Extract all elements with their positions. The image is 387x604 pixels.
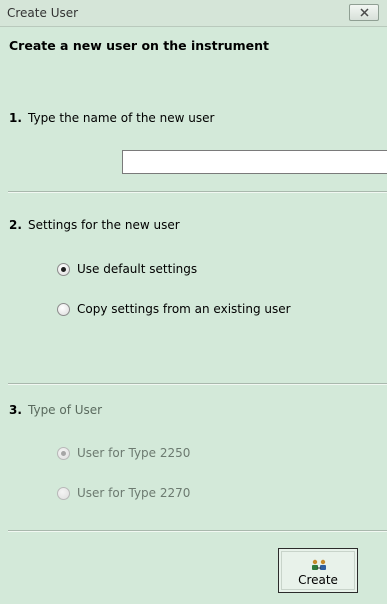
type-2270-radio[interactable] — [57, 486, 70, 500]
option-type-2270[interactable]: User for Type 2270 — [57, 485, 190, 501]
use-default-settings-label: Use default settings — [77, 262, 198, 276]
use-default-settings-radio[interactable] — [57, 262, 70, 276]
title-bar: Create User — [0, 0, 387, 27]
copy-settings-radio[interactable] — [57, 302, 70, 316]
step-3-label: 3. Type of User — [9, 403, 102, 417]
type-2270-label: User for Type 2270 — [77, 486, 191, 500]
copy-settings-label: Copy settings from an existing user — [77, 302, 291, 316]
type-2250-label: User for Type 2250 — [77, 446, 191, 460]
step-3-number: 3. — [9, 403, 22, 417]
type-2250-radio[interactable] — [57, 446, 70, 460]
user-name-input[interactable] — [122, 150, 387, 174]
create-user-dialog: Create User Create a new user on the ins… — [0, 0, 387, 604]
step-2-text: Settings for the new user — [28, 218, 180, 232]
divider-3 — [8, 530, 387, 532]
users-icon — [312, 559, 326, 570]
create-button-label: Create — [298, 573, 338, 587]
close-icon — [360, 8, 369, 17]
divider-1 — [8, 191, 387, 193]
create-button[interactable]: Create — [278, 548, 358, 593]
close-button[interactable] — [349, 4, 379, 21]
step-2-label: 2. Settings for the new user — [9, 218, 180, 232]
window-title: Create User — [7, 6, 79, 20]
option-use-default-settings[interactable]: Use default settings — [57, 261, 197, 277]
option-type-2250[interactable]: User for Type 2250 — [57, 445, 190, 461]
step-1-label: 1. Type the name of the new user — [9, 111, 214, 125]
dialog-heading: Create a new user on the instrument — [9, 38, 270, 53]
divider-2 — [8, 383, 387, 385]
option-copy-settings[interactable]: Copy settings from an existing user — [57, 301, 291, 317]
step-1-text: Type the name of the new user — [28, 111, 215, 125]
step-1-number: 1. — [9, 111, 22, 125]
step-2-number: 2. — [9, 218, 22, 232]
step-3-text: Type of User — [28, 403, 103, 417]
